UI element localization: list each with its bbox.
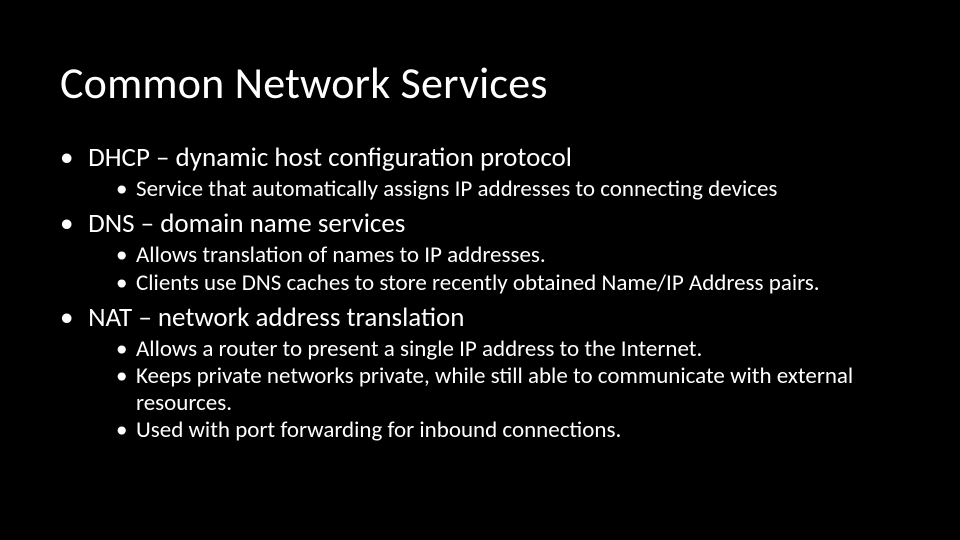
slide: Common Network Services DHCP – dynamic h… <box>0 0 960 540</box>
bullet-list: DHCP – dynamic host configuration protoc… <box>60 142 900 444</box>
bullet-text: NAT – network address translation <box>88 301 464 334</box>
list-item: Used with port forwarding for inbound co… <box>116 417 900 443</box>
bullet-text: DHCP – dynamic host configuration protoc… <box>88 141 572 174</box>
bullet-text: DNS – domain name services <box>88 207 405 240</box>
list-item: Clients use DNS caches to store recently… <box>116 270 900 296</box>
list-item: Allows translation of names to IP addres… <box>116 242 900 268</box>
list-item: Keeps private networks private, while st… <box>116 363 900 416</box>
list-item: Service that automatically assigns IP ad… <box>116 176 900 202</box>
sub-list: Allows translation of names to IP addres… <box>82 242 900 296</box>
list-item: Allows a router to present a single IP a… <box>116 336 900 362</box>
sub-list: Allows a router to present a single IP a… <box>82 336 900 444</box>
list-item: DNS – domain name services Allows transl… <box>60 208 900 296</box>
list-item: DHCP – dynamic host configuration protoc… <box>60 142 900 202</box>
sub-list: Service that automatically assigns IP ad… <box>82 176 900 202</box>
list-item: NAT – network address translation Allows… <box>60 302 900 444</box>
slide-title: Common Network Services <box>60 56 900 110</box>
